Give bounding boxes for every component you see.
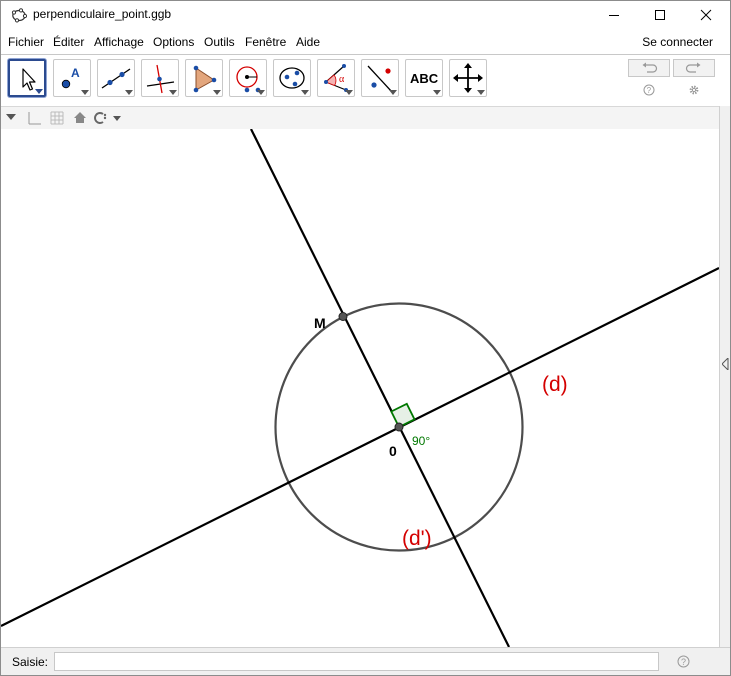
axes-icon[interactable]	[26, 111, 42, 125]
redo-button[interactable]	[673, 59, 715, 77]
menu-options[interactable]: Options	[153, 35, 194, 49]
chevron-down-icon	[477, 90, 485, 95]
redo-icon	[685, 62, 701, 73]
chevron-down-icon	[81, 90, 89, 95]
line-d-label: (d)	[542, 373, 568, 396]
chevron-down-icon[interactable]	[6, 114, 16, 120]
point-m[interactable]	[338, 312, 348, 321]
circle-tool-button[interactable]	[229, 59, 267, 97]
close-button[interactable]	[683, 1, 729, 28]
chevron-down-icon	[257, 90, 265, 95]
angle-tool-button[interactable]: α	[317, 59, 355, 97]
input-bar: Saisie: ?	[1, 647, 730, 675]
chevron-down-icon	[169, 90, 177, 95]
maximize-button[interactable]	[637, 1, 683, 28]
graphics-view[interactable]: 90° M 0 (d) (d')	[1, 128, 720, 648]
style-bar	[1, 106, 719, 130]
menu-fenetre[interactable]: Fenêtre	[245, 35, 286, 49]
text-tool-label: ABC	[410, 71, 439, 86]
perpendicular-tool-button[interactable]	[141, 59, 179, 97]
line-tool-button[interactable]	[97, 59, 135, 97]
chevron-left-icon	[722, 358, 729, 370]
home-icon[interactable]	[73, 111, 87, 124]
svg-text:?: ?	[681, 657, 686, 667]
menu-outils[interactable]: Outils	[204, 35, 235, 49]
line-d-prime[interactable]	[250, 128, 510, 648]
point-capture-icon[interactable]	[94, 111, 124, 125]
minimize-icon	[609, 14, 619, 16]
grid-icon[interactable]	[50, 111, 64, 125]
line-d-prime-label: (d')	[402, 527, 432, 550]
menu-affichage[interactable]: Affichage	[94, 35, 144, 49]
conic-tool-button[interactable]	[273, 59, 311, 97]
geogebra-logo-icon	[11, 8, 27, 23]
polygon-tool-button[interactable]	[185, 59, 223, 97]
chevron-down-icon	[213, 90, 221, 95]
menu-editer[interactable]: Éditer	[53, 35, 84, 49]
settings-gear-icon[interactable]	[688, 84, 700, 96]
chevron-down-icon	[35, 89, 43, 94]
point-o-label: 0	[389, 443, 397, 459]
menu-bar: Fichier Éditer Affichage Options Outils …	[1, 31, 730, 53]
text-tool-button[interactable]: ABC	[405, 59, 443, 97]
construction-svg: 90° M 0 (d) (d')	[1, 128, 720, 648]
window-title: perpendiculaire_point.ggb	[33, 7, 172, 21]
input-help-icon[interactable]: ?	[677, 655, 690, 668]
line-d[interactable]	[1, 267, 720, 627]
svg-text:?: ?	[647, 86, 652, 95]
chevron-down-icon	[433, 90, 441, 95]
chevron-down-icon	[301, 90, 309, 95]
point-tool-label: A	[71, 66, 80, 80]
right-angle-marker[interactable]	[390, 402, 416, 429]
input-label: Saisie:	[12, 655, 49, 669]
angle-label: 90°	[412, 434, 430, 448]
move-graphics-tool-button[interactable]	[449, 59, 487, 97]
help-icon[interactable]: ?	[643, 84, 655, 96]
input-field[interactable]	[54, 652, 659, 671]
chevron-down-icon	[389, 90, 397, 95]
undo-button[interactable]	[628, 59, 670, 77]
side-panel-handle[interactable]	[719, 106, 730, 647]
point-o[interactable]	[394, 422, 404, 432]
close-icon	[700, 9, 712, 20]
chevron-down-icon	[345, 90, 353, 95]
maximize-icon	[655, 9, 665, 20]
point-m-label: M	[314, 315, 326, 331]
reflect-tool-button[interactable]	[361, 59, 399, 97]
angle-tool-label: α	[339, 74, 345, 85]
menu-fichier[interactable]: Fichier	[8, 35, 44, 49]
move-tool-button[interactable]	[8, 59, 46, 97]
chevron-down-icon	[125, 90, 133, 95]
minimize-button[interactable]	[591, 1, 637, 28]
geogebra-window: perpendiculaire_point.ggb Fichier Éditer…	[0, 0, 731, 676]
toolbar: A α ABC ?	[1, 55, 730, 105]
point-tool-button[interactable]: A	[53, 59, 91, 97]
undo-icon	[642, 62, 658, 73]
sign-in-link[interactable]: Se connecter	[642, 35, 713, 49]
title-bar: perpendiculaire_point.ggb	[1, 1, 730, 28]
menu-aide[interactable]: Aide	[296, 35, 320, 49]
